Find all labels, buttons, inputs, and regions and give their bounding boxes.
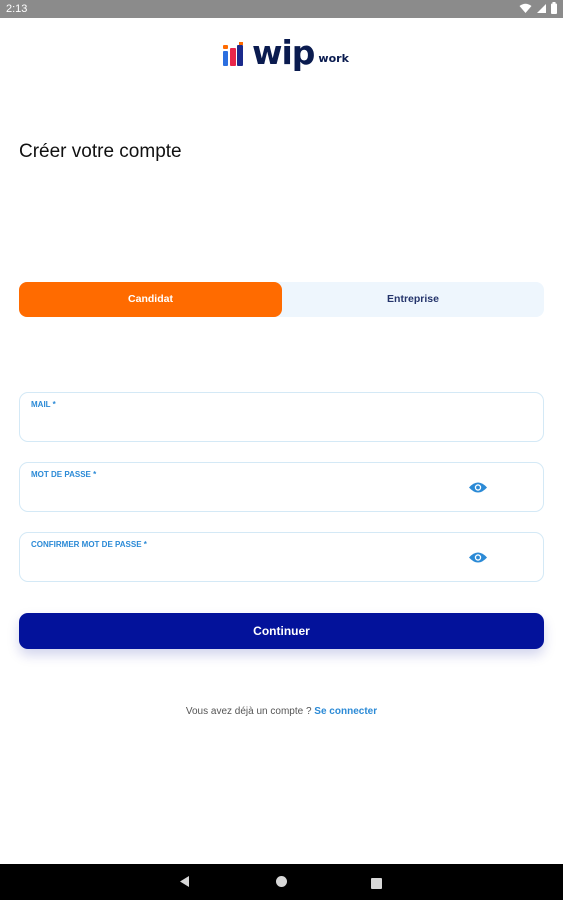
recent-apps-icon[interactable] bbox=[371, 876, 382, 894]
eye-icon[interactable] bbox=[467, 477, 489, 497]
tab-entreprise[interactable]: Entreprise bbox=[282, 282, 544, 317]
confirm-password-label: CONFIRMER MOT DE PASSE * bbox=[31, 540, 147, 549]
signal-icon bbox=[536, 3, 547, 14]
page-title: Créer votre compte bbox=[19, 141, 182, 162]
eye-icon[interactable] bbox=[467, 547, 489, 567]
battery-icon bbox=[551, 2, 557, 14]
wip-work-logo: wip work bbox=[222, 33, 349, 72]
back-icon[interactable] bbox=[178, 875, 191, 893]
wifi-icon bbox=[519, 3, 532, 14]
home-icon[interactable] bbox=[275, 875, 288, 893]
system-nav-bar bbox=[0, 864, 563, 900]
password-input[interactable] bbox=[31, 483, 465, 507]
account-type-selector: Candidat Entreprise bbox=[19, 282, 544, 317]
password-field[interactable]: MOT DE PASSE * bbox=[19, 462, 544, 512]
confirm-password-field[interactable]: CONFIRMER MOT DE PASSE * bbox=[19, 532, 544, 582]
logo-wordmark: wip bbox=[252, 33, 315, 72]
password-label: MOT DE PASSE * bbox=[31, 470, 97, 479]
login-prompt-text: Vous avez déjà un compte ? bbox=[185, 706, 312, 717]
logo-mark-icon bbox=[222, 42, 246, 68]
email-input[interactable] bbox=[31, 413, 465, 437]
status-bar: 2:13 bbox=[0, 0, 563, 18]
email-label: MAIL * bbox=[31, 400, 56, 409]
continue-button[interactable]: Continuer bbox=[19, 613, 544, 649]
tab-candidat[interactable]: Candidat bbox=[19, 282, 282, 317]
login-prompt: Vous avez déjà un compte ? Se connecter bbox=[0, 706, 563, 717]
confirm-password-input[interactable] bbox=[31, 553, 465, 577]
status-time: 2:13 bbox=[6, 3, 28, 15]
email-field[interactable]: MAIL * bbox=[19, 392, 544, 442]
login-link[interactable]: Se connecter bbox=[314, 706, 377, 717]
status-icons bbox=[519, 2, 557, 14]
logo-subtitle: work bbox=[318, 52, 349, 65]
